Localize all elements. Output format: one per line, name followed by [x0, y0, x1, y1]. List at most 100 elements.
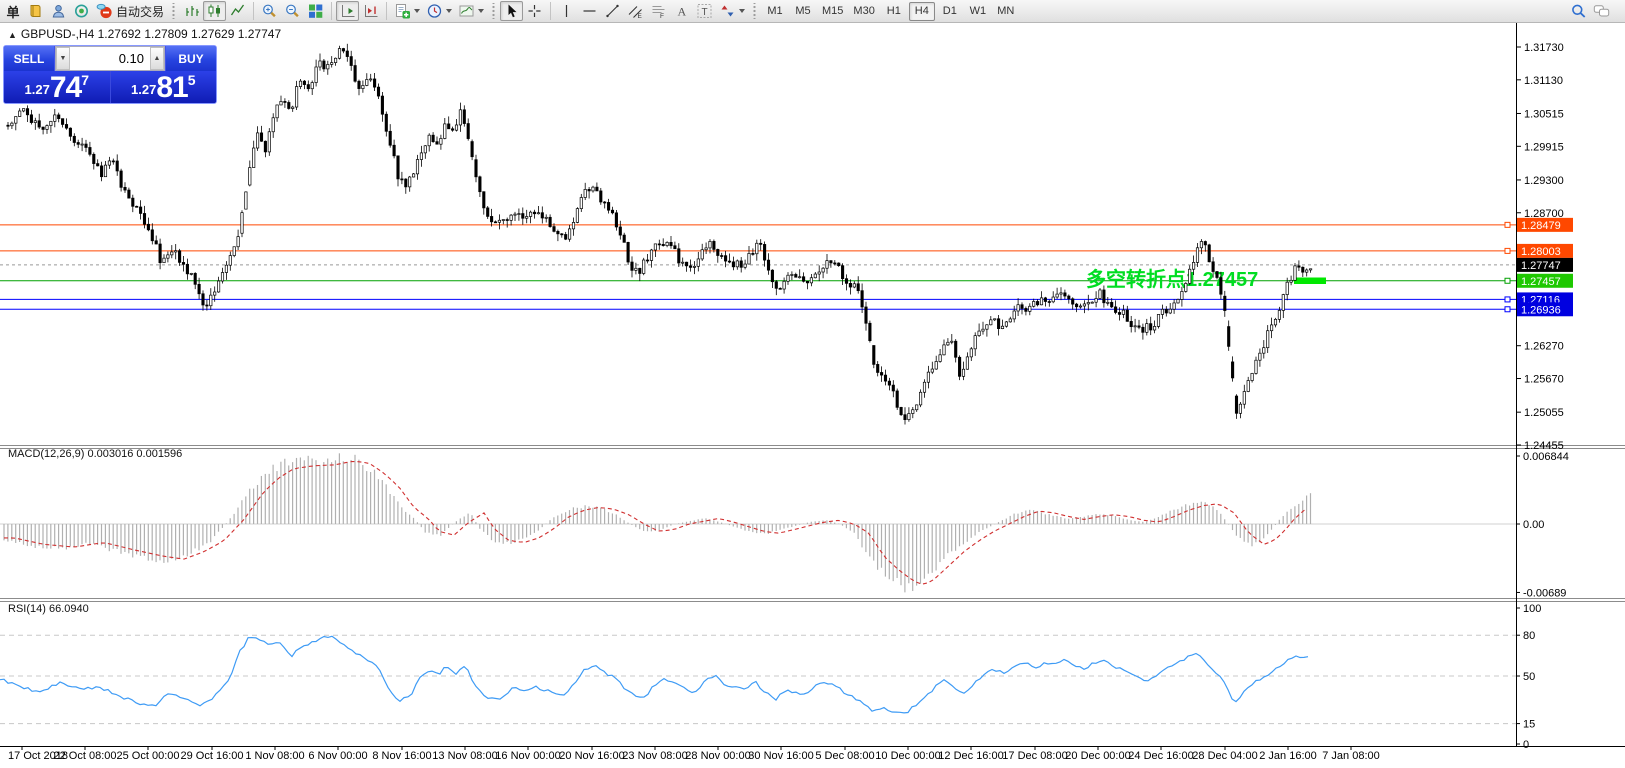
timeframe-d1[interactable]: D1 [937, 2, 963, 21]
line-chart-icon[interactable] [226, 1, 249, 21]
time-axis-label: 28 Dec 04:00 [1192, 750, 1257, 762]
sell-price-big: 74 [50, 75, 81, 101]
dropdown-caret-icon[interactable] [414, 9, 420, 13]
timeframe-h4[interactable]: H4 [909, 2, 935, 21]
chart-area[interactable]: 多空转折点1.274571.317301.311301.305151.29915… [0, 0, 1625, 768]
timeframe-m30[interactable]: M30 [849, 2, 878, 21]
dropdown-caret-icon[interactable] [478, 9, 484, 13]
level-handle[interactable] [1505, 297, 1510, 302]
level-handle[interactable] [1505, 222, 1510, 227]
volume-decrease-button[interactable]: ▼ [56, 47, 70, 70]
time-axis-label: 6 Nov 00:00 [308, 750, 367, 762]
bar-chart-icon[interactable] [180, 1, 203, 21]
toolbar-grip[interactable] [171, 3, 176, 19]
buy-button[interactable]: BUY [165, 46, 216, 71]
time-axis-label: 20 Nov 16:00 [559, 750, 624, 762]
annotation-text[interactable]: 多空转折点1.27457 [1086, 267, 1258, 291]
toolbar-right-group [1567, 1, 1623, 21]
time-axis-label: 23 Nov 08:00 [622, 750, 687, 762]
buy-price-pip: 5 [188, 72, 196, 88]
macd-axis-label: 0.00 [1523, 519, 1544, 531]
toolbar-grip[interactable] [752, 3, 757, 19]
macd-indicator-label: MACD(12,26,9) 0.003016 0.001596 [8, 448, 182, 460]
label-icon[interactable]: T [693, 1, 716, 21]
crosshair-icon[interactable] [523, 1, 546, 21]
timeframe-m5[interactable]: M5 [790, 2, 816, 21]
cursor-icon[interactable] [500, 1, 523, 21]
horizontal-line-icon[interactable] [578, 1, 601, 21]
level-handle[interactable] [1505, 307, 1510, 312]
price-tag-label: 1.28003 [1521, 246, 1561, 258]
macd-axis-label: -0.00689 [1523, 587, 1566, 599]
time-axis-label: 24 Dec 16:00 [1128, 750, 1193, 762]
symbol-ohlc-text: GBPUSD-,H4 1.27692 1.27809 1.27629 1.277… [21, 27, 281, 41]
arrows-icon[interactable] [716, 1, 748, 21]
zoom-in-icon[interactable] [258, 1, 281, 21]
sell-price-pip: 7 [81, 72, 89, 88]
annotation-segment[interactable] [1294, 278, 1326, 285]
svg-text:T: T [702, 7, 708, 18]
rsi-line [0, 636, 1308, 713]
dropdown-caret-icon[interactable] [739, 9, 745, 13]
rsi-axis-label: 15 [1523, 719, 1535, 731]
rsi-axis-label: 100 [1523, 603, 1541, 615]
price-tag-label: 1.27457 [1521, 276, 1561, 288]
signals-icon[interactable] [70, 1, 93, 21]
fibonacci-icon[interactable]: F [647, 1, 670, 21]
dropdown-caret-icon[interactable] [446, 9, 452, 13]
macd-axis-label: 0.006844 [1523, 451, 1569, 463]
buy-price[interactable]: 1.27 81 5 [111, 71, 217, 103]
time-axis-label: 28 Nov 00:00 [685, 750, 750, 762]
auto-trading-button[interactable]: 自动交易 [93, 1, 167, 21]
time-axis-label: 17 Dec 08:00 [1002, 750, 1067, 762]
timeframe-mn[interactable]: MN [993, 2, 1019, 21]
trendline-icon[interactable] [601, 1, 624, 21]
toolbar-grip[interactable] [491, 3, 496, 19]
price-axis-label: 1.25670 [1524, 374, 1564, 386]
time-axis-label: 12 Dec 16:00 [938, 750, 1003, 762]
auto-scroll-icon[interactable] [336, 1, 359, 21]
collapse-triangle-icon[interactable]: ▲ [8, 30, 17, 40]
volume-input[interactable]: 0.10 [70, 47, 150, 70]
price-tag-label: 1.26936 [1521, 304, 1561, 316]
vertical-line-icon[interactable] [555, 1, 578, 21]
new-order-icon[interactable]: 单 [2, 1, 24, 21]
templates-icon[interactable] [455, 1, 487, 21]
chart-canvas[interactable]: 多空转折点1.274571.317301.311301.305151.29915… [0, 0, 1625, 768]
rsi-axis-label: 80 [1523, 630, 1535, 642]
chat-icon[interactable] [1590, 1, 1613, 21]
search-icon[interactable] [1567, 1, 1590, 21]
price-tag-label: 1.27747 [1521, 260, 1561, 272]
text-icon[interactable]: A [670, 1, 693, 21]
timeframe-m15[interactable]: M15 [818, 2, 847, 21]
timeframe-m1[interactable]: M1 [762, 2, 788, 21]
one-click-trading-panel: SELL ▼ 0.10 ▲ BUY 1.27 74 7 1.27 81 5 [3, 45, 217, 104]
time-axis-label: 10 Dec 00:00 [875, 750, 940, 762]
tile-windows-icon[interactable] [304, 1, 327, 21]
main-toolbar: 单 自动交易 EFAT M1M5M15M30H1H4D1W1MN [0, 0, 1625, 23]
volume-stepper: ▼ 0.10 ▲ [55, 46, 165, 71]
zoom-out-icon[interactable] [281, 1, 304, 21]
timeframe-w1[interactable]: W1 [965, 2, 991, 21]
chart-shift-icon[interactable] [359, 1, 382, 21]
sell-button[interactable]: SELL [4, 46, 55, 71]
level-handle[interactable] [1505, 248, 1510, 253]
market-watch-icon[interactable] [24, 1, 47, 21]
price-axis-label: 1.31730 [1524, 42, 1564, 54]
timeframe-h1[interactable]: H1 [881, 2, 907, 21]
time-axis-label: 20 Dec 00:00 [1065, 750, 1130, 762]
toolbar-separator [386, 2, 387, 20]
channel-icon[interactable]: E [624, 1, 647, 21]
time-axis-label: 13 Nov 08:00 [432, 750, 497, 762]
sell-price[interactable]: 1.27 74 7 [4, 71, 111, 103]
indicators-icon[interactable] [391, 1, 423, 21]
macd-signal-line [4, 462, 1306, 585]
time-axis-label: 29 Oct 16:00 [181, 750, 244, 762]
periods-icon[interactable] [423, 1, 455, 21]
volume-increase-button[interactable]: ▲ [150, 47, 164, 70]
level-handle[interactable] [1505, 278, 1510, 283]
profiles-icon[interactable] [47, 1, 70, 21]
price-axis-label: 1.29915 [1524, 141, 1564, 153]
candle-chart-icon[interactable] [203, 1, 226, 21]
price-axis-label: 1.26270 [1524, 341, 1564, 353]
